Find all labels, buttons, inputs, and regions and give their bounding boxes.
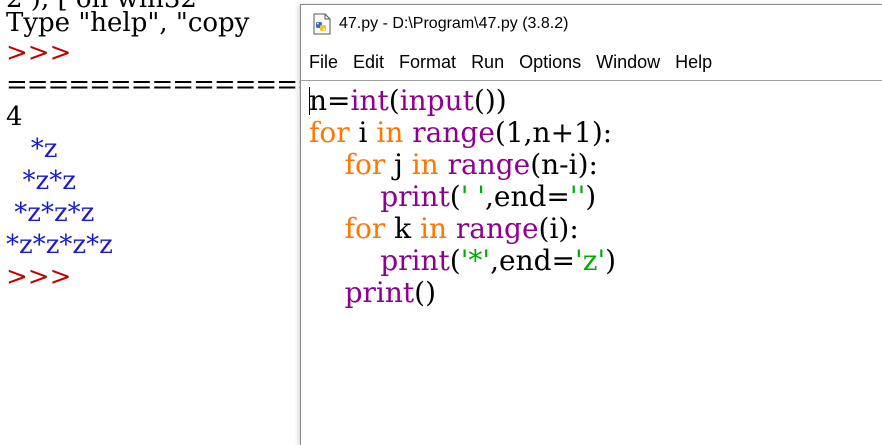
shell-help-line: Type "help", "copy xyxy=(6,8,250,38)
python-shell-window[interactable]: 2 ), [ on win32 Type "help", "copy >>> =… xyxy=(0,0,300,444)
editor-window[interactable]: 47.py - D:\Program\47.py (3.8.2) File Ed… xyxy=(300,4,882,445)
code-line-4: print(' ',end='') xyxy=(380,180,597,213)
code-line-7: print() xyxy=(344,276,437,309)
menu-file[interactable]: File xyxy=(301,52,345,73)
code-line-5: for k in range(i): xyxy=(344,212,579,245)
code-text-area[interactable]: n=int(input()) for i in range(1,n+1): fo… xyxy=(309,85,882,445)
shell-output-line: *z*z*z xyxy=(6,198,95,228)
menu-options[interactable]: Options xyxy=(511,52,588,73)
shell-input-value: 4 xyxy=(6,102,23,132)
menu-edit[interactable]: Edit xyxy=(345,52,391,73)
title-bar[interactable]: 47.py - D:\Program\47.py (3.8.2) xyxy=(301,5,882,43)
menu-help[interactable]: Help xyxy=(667,52,719,73)
code-line-3: for j in range(n-i): xyxy=(344,148,598,181)
menu-format[interactable]: Format xyxy=(391,52,463,73)
python-file-icon xyxy=(313,13,331,35)
menu-bar: File Edit Format Run Options Window Help xyxy=(301,49,882,75)
menu-divider xyxy=(301,80,882,81)
shell-restart-separator: ==================== xyxy=(6,70,300,100)
shell-prompt[interactable]: >>> xyxy=(6,262,71,292)
shell-output-line: *z*z*z*z xyxy=(6,230,113,260)
code-line-6: print('*',end='z') xyxy=(380,244,617,277)
shell-prompt: >>> xyxy=(6,38,72,68)
code-line-1: n=int(input()) xyxy=(309,84,507,117)
shell-output-line: *z xyxy=(6,134,58,164)
menu-window[interactable]: Window xyxy=(588,52,667,73)
window-title: 47.py - D:\Program\47.py (3.8.2) xyxy=(339,15,569,32)
menu-run[interactable]: Run xyxy=(463,52,511,73)
shell-output-line: *z*z xyxy=(6,166,76,196)
code-line-2: for i in range(1,n+1): xyxy=(309,116,613,149)
